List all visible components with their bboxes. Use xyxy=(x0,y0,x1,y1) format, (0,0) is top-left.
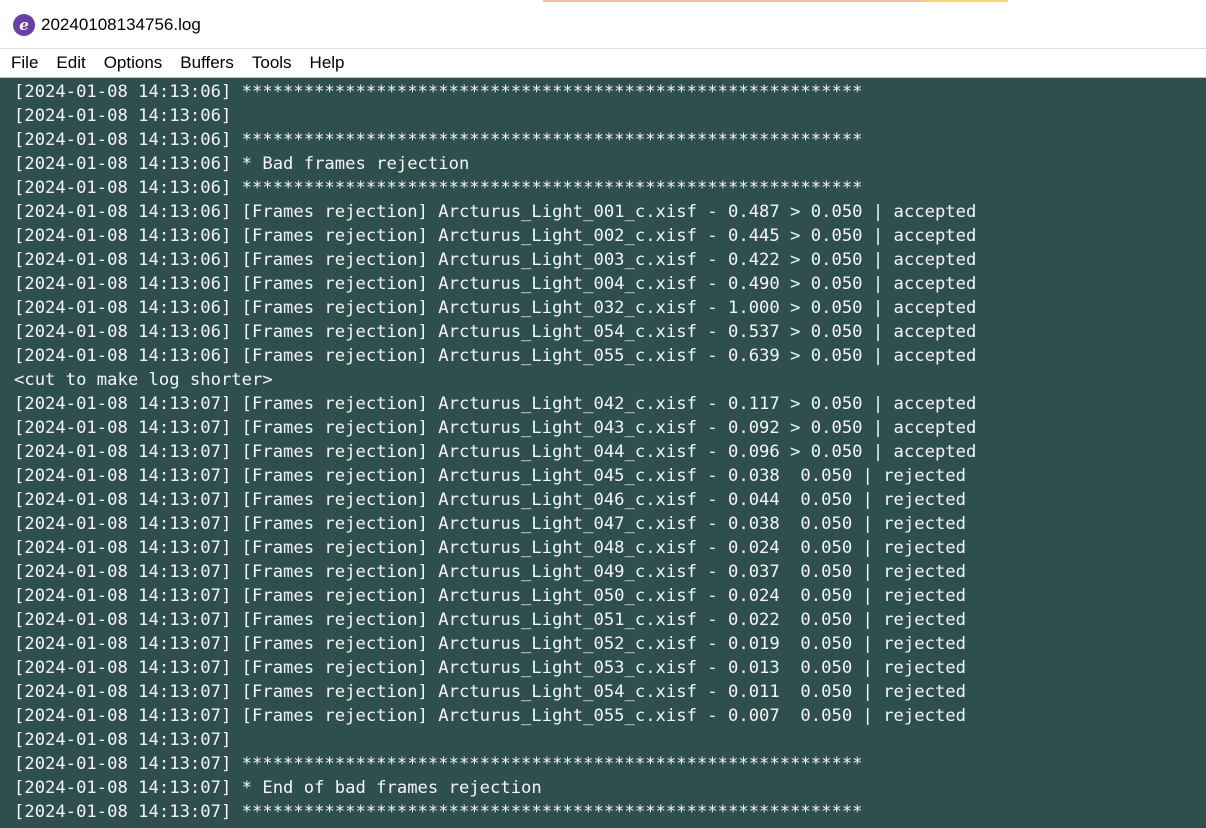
log-line: <cut to make log shorter> xyxy=(14,370,273,390)
log-line: [2024-01-08 14:13:07] [Frames rejection]… xyxy=(14,610,966,630)
log-line: [2024-01-08 14:13:06] [Frames rejection]… xyxy=(14,202,977,222)
log-line: [2024-01-08 14:13:07] [Frames rejection]… xyxy=(14,442,977,462)
log-line: [2024-01-08 14:13:06] [Frames rejection]… xyxy=(14,274,977,294)
log-line: [2024-01-08 14:13:07] * End of bad frame… xyxy=(14,778,542,798)
log-line: [2024-01-08 14:13:07] ******************… xyxy=(14,754,863,774)
log-text: [2024-01-08 14:13:06] ******************… xyxy=(0,78,1206,828)
log-line: [2024-01-08 14:13:07] ******************… xyxy=(14,802,863,822)
log-line: [2024-01-08 14:13:06] [Frames rejection]… xyxy=(14,322,977,342)
log-line: [2024-01-08 14:13:07] [Frames rejection]… xyxy=(14,658,966,678)
log-line: [2024-01-08 14:13:07] [Frames rejection]… xyxy=(14,418,977,438)
log-line: [2024-01-08 14:13:06] ******************… xyxy=(14,82,863,102)
editor-buffer[interactable]: [2024-01-08 14:13:06] ******************… xyxy=(0,78,1206,828)
log-line: [2024-01-08 14:13:07] xyxy=(14,730,232,750)
log-line: [2024-01-08 14:13:07] [Frames rejection]… xyxy=(14,562,966,582)
menu-options[interactable]: Options xyxy=(95,49,172,77)
log-line: [2024-01-08 14:13:07] [Frames rejection]… xyxy=(14,634,966,654)
log-line: [2024-01-08 14:13:06] ******************… xyxy=(14,130,863,150)
log-line: [2024-01-08 14:13:06] ******************… xyxy=(14,178,863,198)
log-line: [2024-01-08 14:13:06] [Frames rejection]… xyxy=(14,250,977,270)
menu-edit[interactable]: Edit xyxy=(47,49,94,77)
menu-bar: File Edit Options Buffers Tools Help xyxy=(0,48,1206,78)
menu-buffers[interactable]: Buffers xyxy=(171,49,243,77)
log-line: [2024-01-08 14:13:07] [Frames rejection]… xyxy=(14,586,966,606)
log-line: [2024-01-08 14:13:06] [Frames rejection]… xyxy=(14,226,977,246)
log-line: [2024-01-08 14:13:06] [Frames rejection]… xyxy=(14,298,977,318)
log-line: [2024-01-08 14:13:07] [Frames rejection]… xyxy=(14,394,977,414)
log-line: [2024-01-08 14:13:06] [Frames rejection]… xyxy=(14,346,977,366)
log-line: [2024-01-08 14:13:07] [Frames rejection]… xyxy=(14,490,966,510)
menu-help[interactable]: Help xyxy=(301,49,354,77)
log-line: [2024-01-08 14:13:07] [Frames rejection]… xyxy=(14,514,966,534)
log-line: [2024-01-08 14:13:07] [Frames rejection]… xyxy=(14,466,966,486)
menu-file[interactable]: File xyxy=(0,49,47,77)
log-line: [2024-01-08 14:13:07] [Frames rejection]… xyxy=(14,538,966,558)
log-line: [2024-01-08 14:13:07] xyxy=(14,824,1206,828)
log-line: [2024-01-08 14:13:07] [Frames rejection]… xyxy=(14,682,966,702)
log-line: [2024-01-08 14:13:06] * Bad frames rejec… xyxy=(14,154,470,174)
log-line: [2024-01-08 14:13:06] xyxy=(14,106,232,126)
window-title: 20240108134756.log xyxy=(41,15,201,34)
title-bar[interactable]: e 20240108134756.log xyxy=(0,2,1206,48)
emacs-icon: e xyxy=(13,14,35,36)
menu-tools[interactable]: Tools xyxy=(243,49,301,77)
log-line: [2024-01-08 14:13:07] [Frames rejection]… xyxy=(14,706,966,726)
